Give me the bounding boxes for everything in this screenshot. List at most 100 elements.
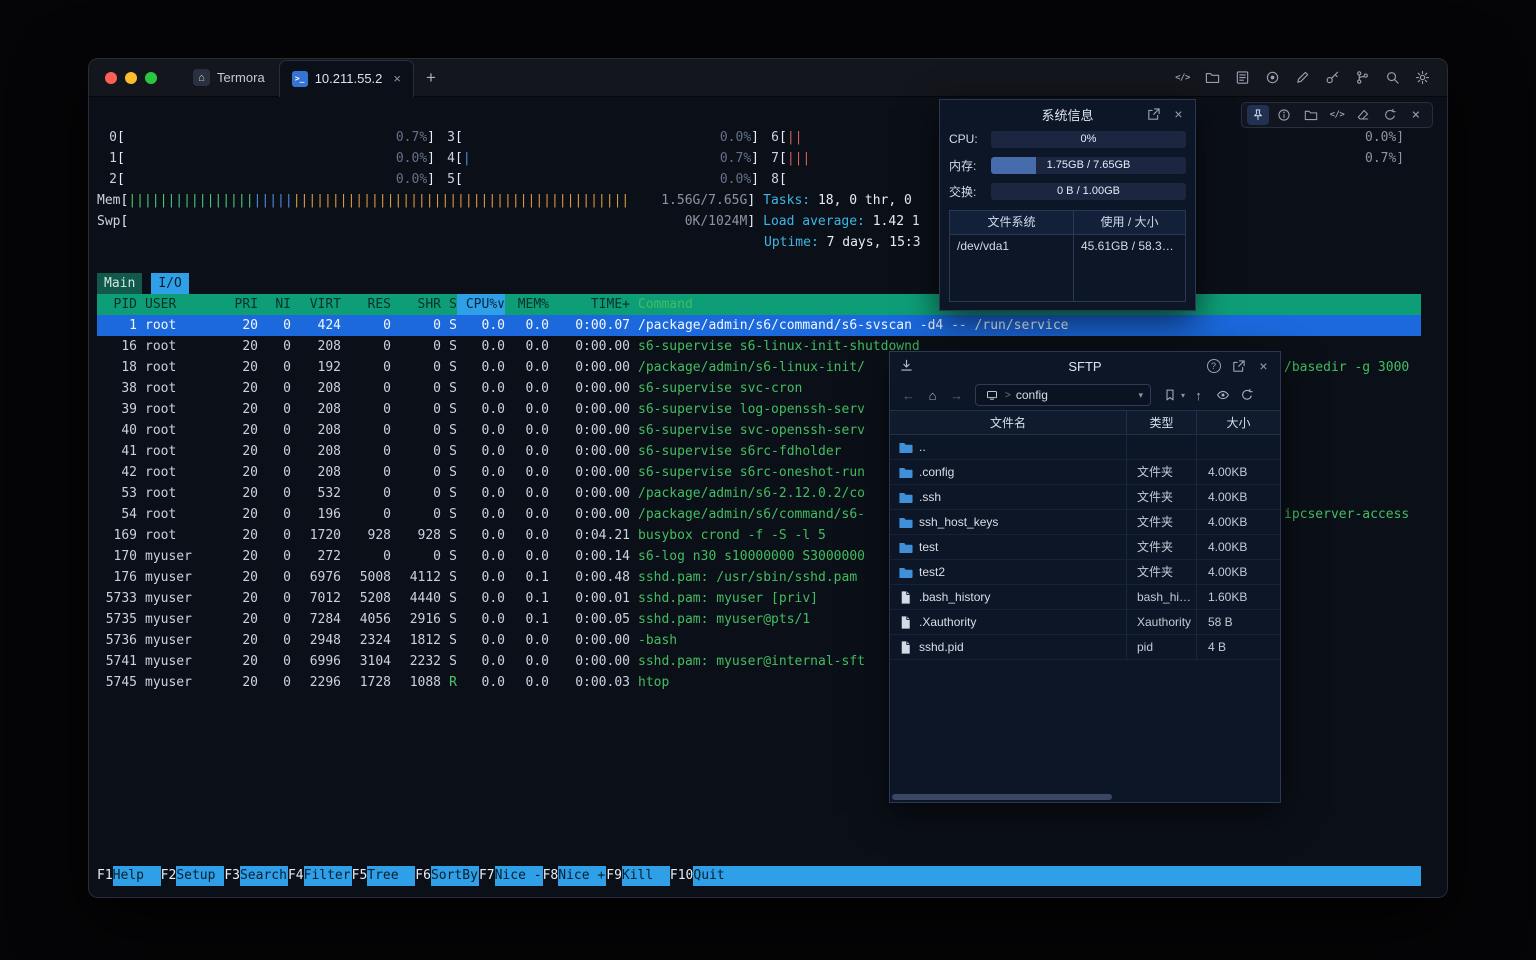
system-info-header[interactable]: 系统信息 × [940,100,1195,128]
back-icon[interactable]: ← [898,385,919,405]
fkey-f9-label[interactable]: Kill [622,866,670,886]
code-icon[interactable]: </> [1174,69,1191,86]
terminal-view[interactable]: Main I/O PID USER PRI NI VIRT RES SHR S … [89,97,1447,897]
horizontal-scrollbar[interactable] [890,792,1280,802]
fkey-f10-label[interactable]: Quit [693,866,741,886]
filesystem-table-filler [950,259,1185,301]
fkey-f2-label[interactable]: Setup [176,866,224,886]
bookmark-dropdown-icon[interactable]: ▾ [1181,391,1185,400]
tab-termora[interactable]: ⌂ Termora [179,59,279,97]
file-row-.Xauthority[interactable]: .XauthorityXauthority58 B [890,610,1280,635]
col-pri[interactable]: PRI [215,294,258,315]
file-row-test2[interactable]: test2文件夹4.00KB [890,560,1280,585]
zoom-window-button[interactable] [145,72,157,84]
code-icon[interactable]: </> [1326,105,1348,125]
filesystem-row[interactable]: /dev/vda1 45.61GB / 58.3… [950,235,1185,259]
col-cpu-sorted[interactable]: CPU%∨ [457,294,505,315]
path-segment-config[interactable]: config [1016,388,1048,402]
scrollbar-thumb[interactable] [892,794,1112,800]
refresh-icon[interactable] [1379,105,1401,125]
close-icon[interactable]: × [1170,106,1187,123]
close-icon[interactable]: × [1255,358,1272,375]
branch-icon[interactable] [1354,69,1371,86]
close-icon[interactable]: × [1405,105,1427,125]
cpu-meter-row: 2[0.0%]5[0.0%]8[ [97,169,1421,190]
fkey-f3[interactable]: F3 [224,866,240,886]
col-shr[interactable]: SHR [391,294,441,315]
fkey-f1-label[interactable]: Help [113,866,161,886]
col-ni[interactable]: NI [258,294,291,315]
fkey-f10[interactable]: F10 [670,866,693,886]
info-icon[interactable] [1273,105,1295,125]
col-pid[interactable]: PID [97,294,137,315]
file-row-.ssh[interactable]: .ssh文件夹4.00KB [890,485,1280,510]
key-icon[interactable] [1324,69,1341,86]
path-input[interactable]: > config ▾ [975,384,1151,406]
settings-icon[interactable] [1414,69,1431,86]
col-state[interactable]: S [441,294,457,315]
file-row-.config[interactable]: .config文件夹4.00KB [890,460,1280,485]
file-row-sshd.pid[interactable]: sshd.pidpid4 B [890,635,1280,660]
col-res[interactable]: RES [341,294,391,315]
close-window-button[interactable] [105,72,117,84]
sftp-col-name[interactable]: 文件名 [890,411,1127,434]
forward-icon[interactable]: → [946,385,967,405]
fkey-f3-label[interactable]: Search [240,866,288,886]
fkey-f1[interactable]: F1 [97,866,113,886]
sysinfo-label-cpu: CPU: [949,132,991,146]
fkey-f5[interactable]: F5 [352,866,368,886]
folder-icon[interactable] [1204,69,1221,86]
fkey-f7-label[interactable]: Nice - [495,866,543,886]
system-info-panel: 系统信息 × CPU:0%内存:1.75GB / 7.65GB交换:0 B / … [939,99,1196,311]
clean-icon[interactable] [1352,105,1374,125]
open-external-icon[interactable] [1230,358,1247,375]
file-size: 4.00KB [1197,560,1280,584]
home-icon[interactable]: ⌂ [922,385,943,405]
open-external-icon[interactable] [1145,106,1162,123]
file-row-.bash_history[interactable]: .bash_historybash_hi…1.60KB [890,585,1280,610]
sftp-col-type[interactable]: 类型 [1127,411,1197,434]
fkey-f2[interactable]: F2 [161,866,177,886]
process-table-header[interactable]: PID USER PRI NI VIRT RES SHR S CPU%∨ MEM… [97,294,1421,315]
download-icon[interactable] [898,357,915,374]
file-row-test[interactable]: test文件夹4.00KB [890,535,1280,560]
record-icon[interactable] [1264,69,1281,86]
fkey-f4-label[interactable]: Filter [304,866,352,886]
fs-usage: 45.61GB / 58.3… [1074,235,1185,259]
search-icon[interactable] [1384,69,1401,86]
folder-icon[interactable] [1300,105,1322,125]
new-tab-button[interactable]: + [426,68,436,88]
minimize-window-button[interactable] [125,72,137,84]
fkey-f5-label[interactable]: Tree [367,866,415,886]
log-icon[interactable] [1234,69,1251,86]
folder-icon [898,515,913,530]
file-row-..[interactable]: .. [890,435,1280,460]
htop-tab-main[interactable]: Main [97,273,142,294]
fkey-f4[interactable]: F4 [288,866,304,886]
fkey-f6-label[interactable]: SortBy [431,866,479,886]
edit-icon[interactable] [1294,69,1311,86]
sftp-header[interactable]: SFTP ?× [890,352,1280,380]
col-mem[interactable]: MEM% [505,294,549,315]
tab-session[interactable]: >_ 10.211.55.2 × [279,60,414,97]
refresh-icon[interactable] [1236,385,1257,405]
close-tab-icon[interactable]: × [393,71,401,86]
fkey-f8-label[interactable]: Nice + [558,866,606,886]
eye-icon[interactable] [1212,385,1233,405]
help-icon[interactable]: ? [1205,358,1222,375]
fkey-f9[interactable]: F9 [606,866,622,886]
up-icon[interactable]: ↑ [1188,385,1209,405]
fkey-f8[interactable]: F8 [543,866,559,886]
col-user[interactable]: USER [137,294,215,315]
col-virt[interactable]: VIRT [291,294,341,315]
htop-tab-io[interactable]: I/O [151,273,188,294]
bookmark-icon[interactable] [1159,385,1180,405]
col-time[interactable]: TIME+ [549,294,630,315]
file-row-ssh_host_keys[interactable]: ssh_host_keys文件夹4.00KB [890,510,1280,535]
fkey-f6[interactable]: F6 [415,866,431,886]
fkey-f7[interactable]: F7 [479,866,495,886]
process-row-1[interactable]: 1root20042400S0.00.00:00.07/package/admi… [97,315,1421,336]
sftp-col-size[interactable]: 大小 [1197,411,1280,434]
pin-icon[interactable] [1247,105,1269,125]
path-dropdown-icon[interactable]: ▾ [1138,390,1143,401]
